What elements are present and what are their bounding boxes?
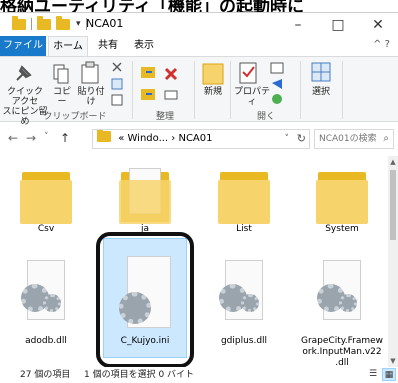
address-dropdown-icon[interactable]: ˅ bbox=[285, 130, 290, 148]
folder-icon bbox=[12, 15, 26, 30]
list-item[interactable]: List bbox=[202, 168, 286, 235]
divider bbox=[194, 61, 195, 119]
dll-file-icon bbox=[19, 260, 73, 322]
navigation-bar: ← → ˅ ↑ « Windo... › NCA01 ˅ ↻ NCA01の検索 … bbox=[0, 126, 398, 152]
large-icons-view-icon[interactable]: ▦ bbox=[382, 368, 396, 381]
caption-text: 格納ユーティリティ「機能」の起動時に bbox=[0, 0, 304, 12]
open-group-label: 開く bbox=[256, 112, 275, 122]
scroll-down-icon[interactable]: ▼ bbox=[388, 357, 398, 365]
forward-button[interactable]: → bbox=[26, 131, 36, 145]
window-title: NCA01 bbox=[86, 17, 124, 30]
maximize-button[interactable]: □ bbox=[318, 13, 358, 37]
ribbon-tabs: ファイル ホーム 共有 表示 ^ ? bbox=[0, 36, 398, 56]
item-label: adodb.dll bbox=[25, 336, 67, 346]
item-label: System bbox=[325, 224, 359, 234]
address-path[interactable]: Windo... › NCA01 bbox=[128, 133, 213, 144]
copy-icon bbox=[53, 64, 69, 84]
list-item[interactable]: Csv bbox=[4, 168, 88, 235]
properties-button[interactable]: プロパティ bbox=[232, 87, 272, 107]
list-item[interactable]: GrapeCity.Framew ork.InputMan.v22 .dll bbox=[300, 260, 384, 369]
divider bbox=[342, 61, 343, 119]
open-small-icons[interactable] bbox=[270, 61, 284, 107]
folder-icon bbox=[312, 168, 372, 224]
tab-file[interactable]: ファイル bbox=[0, 36, 46, 56]
list-item[interactable]: System bbox=[300, 168, 384, 235]
new-folder-quick-icon[interactable] bbox=[56, 15, 70, 30]
dll-file-icon bbox=[315, 260, 369, 322]
item-label: gdiplus.dll bbox=[220, 336, 268, 346]
minimize-button[interactable]: – bbox=[278, 13, 318, 37]
scroll-up-icon[interactable]: ▲ bbox=[388, 158, 398, 166]
organize-group-label: 整理 bbox=[155, 112, 174, 122]
tab-view[interactable]: 表示 bbox=[128, 36, 160, 56]
divider bbox=[31, 18, 32, 30]
up-button[interactable]: ↑ bbox=[60, 131, 70, 145]
list-item[interactable]: adodb.dll bbox=[4, 260, 88, 347]
paste-button[interactable]: 貼り付け bbox=[76, 87, 106, 107]
customize-arrow-icon[interactable]: ▾ bbox=[76, 19, 81, 29]
pin-icon bbox=[16, 65, 32, 81]
move-copy-icons[interactable] bbox=[140, 65, 158, 105]
tab-home[interactable]: ホーム bbox=[48, 36, 88, 56]
divider bbox=[230, 61, 231, 119]
delete-icon[interactable] bbox=[162, 65, 180, 105]
clipboard-group-label: クリップボード bbox=[43, 112, 107, 122]
tab-share[interactable]: 共有 bbox=[92, 36, 124, 56]
quick-access-toolbar: ▾ bbox=[12, 15, 90, 31]
folder-icon bbox=[16, 168, 76, 224]
annotation-highlight-box bbox=[96, 232, 194, 368]
recent-locations-button[interactable]: ˅ bbox=[44, 132, 49, 142]
divider bbox=[300, 61, 301, 119]
list-item[interactable]: ja bbox=[103, 168, 187, 235]
clipboard-small-icons[interactable] bbox=[110, 61, 124, 107]
item-label: List bbox=[236, 224, 252, 234]
list-item[interactable]: gdiplus.dll bbox=[202, 260, 286, 347]
view-toggle: ☰ ▦ bbox=[366, 368, 396, 381]
explorer-page: 格納ユーティリティ「機能」の起動時に ▾ NCA01 – □ ✕ ファイル ホー… bbox=[0, 0, 398, 383]
ribbon: クイック アクセ スにピン留め コピー 貼り付け クリップボード 整理 新規 プ… bbox=[0, 56, 398, 127]
new-button[interactable]: 新規 bbox=[200, 87, 226, 97]
close-button[interactable]: ✕ bbox=[358, 13, 398, 37]
copy-button[interactable]: コピー bbox=[50, 87, 74, 107]
dll-file-icon bbox=[217, 260, 271, 322]
new-folder-icon bbox=[202, 63, 224, 85]
paste-icon bbox=[81, 61, 99, 84]
search-placeholder: NCA01の検索 bbox=[319, 134, 377, 144]
ribbon-help-controls[interactable]: ^ ? bbox=[373, 39, 390, 50]
folder-icon bbox=[115, 168, 175, 224]
item-label: GrapeCity.Framew ork.InputMan.v22 .dll bbox=[300, 336, 384, 368]
folder-icon bbox=[97, 130, 111, 142]
folder-icon bbox=[214, 168, 274, 224]
search-icon: ⌕ bbox=[383, 133, 389, 144]
selection-info: 1 個の項目を選択 0 バイト bbox=[84, 370, 195, 380]
item-count: 27 個の項目 bbox=[20, 370, 71, 380]
select-button[interactable]: 選択 bbox=[306, 87, 336, 97]
file-list: Csv ja List System adodb.dll C_Kujyo.ini bbox=[0, 156, 388, 369]
details-view-icon[interactable]: ☰ bbox=[366, 368, 380, 381]
scroll-thumb[interactable] bbox=[390, 170, 396, 240]
back-button[interactable]: ← bbox=[8, 131, 18, 145]
properties-icon bbox=[239, 62, 257, 84]
divider bbox=[132, 61, 133, 119]
status-bar: 27 個の項目 1 個の項目を選択 0 バイト ☰ ▦ bbox=[0, 367, 398, 383]
address-overflow[interactable]: « bbox=[118, 133, 124, 144]
item-label: Csv bbox=[37, 224, 55, 234]
properties-quick-icon[interactable] bbox=[37, 15, 51, 30]
address-bar[interactable]: « Windo... › NCA01 ˅ ↻ bbox=[92, 129, 310, 149]
select-icon bbox=[311, 62, 331, 82]
search-input[interactable]: NCA01の検索 ⌕ bbox=[314, 129, 394, 149]
refresh-icon[interactable]: ↻ bbox=[297, 130, 306, 148]
title-bar: ▾ NCA01 – □ ✕ bbox=[0, 12, 398, 36]
vertical-scrollbar[interactable]: ▲ ▼ bbox=[388, 156, 398, 367]
